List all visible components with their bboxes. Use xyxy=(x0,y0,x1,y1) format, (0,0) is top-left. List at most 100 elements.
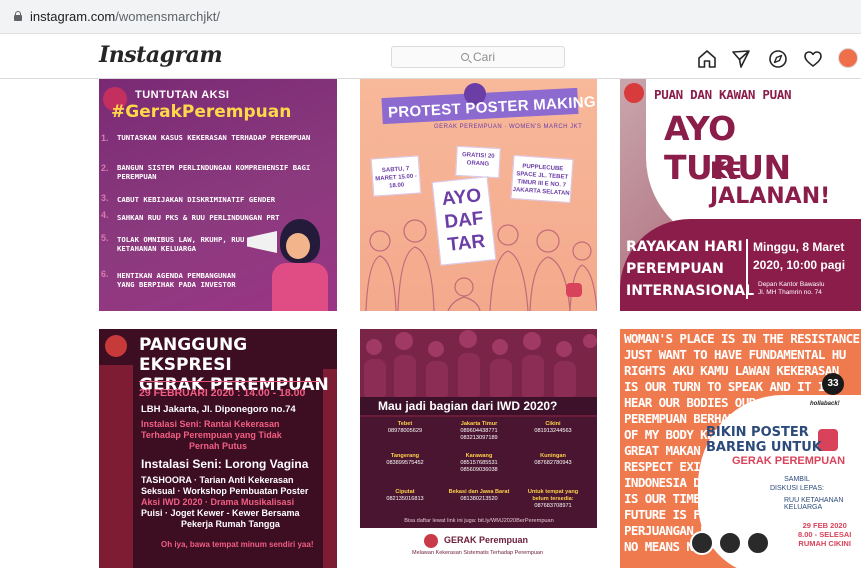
post-heading-small: TUNTUTAN AKSI xyxy=(135,89,230,101)
search-input[interactable]: Cari xyxy=(391,46,565,68)
scribble-line: IS OUR TIME xyxy=(624,491,701,506)
instagram-logo[interactable]: Instagram xyxy=(99,42,223,68)
event-details: 29 FEB 2020 8.00 - SELESAI RUMAH CIKINI xyxy=(798,521,851,548)
post-protest-poster-making[interactable]: PROTEST POSTER MAKING GERAK PEREMPUAN · … xyxy=(360,79,597,311)
item-number: 2. xyxy=(101,163,109,173)
event-name-line: PEREMPUAN xyxy=(626,261,724,277)
scribble-line: JUST WANT TO HAVE FUNDAMENTAL HU xyxy=(624,347,846,362)
headline-accent: GERAK PEREMPUAN xyxy=(732,455,846,467)
discussion-label: SAMBIL DISKUSI LEPAS: xyxy=(770,475,824,493)
lock-icon[interactable] xyxy=(14,11,22,21)
event-time-line: 2020, 10:00 pagi xyxy=(753,258,846,272)
home-icon[interactable] xyxy=(697,49,717,69)
url-text[interactable]: instagram.com/womensmarchjkt/ xyxy=(30,9,220,24)
event-date-line: Minggu, 8 Maret xyxy=(753,240,845,254)
profile-avatar[interactable] xyxy=(838,48,858,68)
fist-logo-icon xyxy=(105,335,127,357)
speaker-avatar xyxy=(690,531,714,555)
contact-entry: Jakarta Timur 089604438771 083213097189 xyxy=(444,421,514,442)
contact-entry: Untuk tempat yang belum tersedia: 0876837… xyxy=(520,489,586,510)
post-panggung-ekspresi[interactable]: PANGGUNG EKSPRESI GERAK PEREMPUAN 29 FEB… xyxy=(99,329,337,568)
contact-area: Karawang xyxy=(465,453,493,459)
scribble-line: NO MEANS NO xyxy=(624,539,701,554)
post-tuntutan-aksi[interactable]: TUNTUTAN AKSI #GerakPerempuan 1. TUNTASK… xyxy=(99,79,337,311)
speaker-avatar xyxy=(746,531,770,555)
contact-entry: Kuningan 087682780943 xyxy=(520,453,586,467)
post-bikin-poster[interactable]: WOMAN'S PLACE IS IN THE RESISTANCE JUST … xyxy=(620,329,861,568)
sign-date: SABTU, 7 MARET 15.00 - 18.00 xyxy=(370,155,422,197)
discussion-line: SAMBIL xyxy=(784,476,810,483)
contact-phone: 089604438771 083213097189 xyxy=(460,428,498,441)
event-place: RUMAH CIKINI xyxy=(798,539,851,548)
contact-entry: Ciputat 082135016813 xyxy=(374,489,436,503)
org-name: GERAK Perempuan xyxy=(444,535,529,545)
explore-icon[interactable] xyxy=(768,49,788,69)
item-number: 6. xyxy=(101,269,109,279)
program-line: Aksi IWD 2020 · Drama Musikalisasi xyxy=(141,497,295,507)
contact-area: Kuningan xyxy=(540,453,566,459)
program-line: Instalasi Seni: Rantai Kekerasan xyxy=(141,419,280,429)
event-place-line: Jl. MH Thamrin no. 74 xyxy=(758,289,822,296)
contact-entry: Tebet 08978005629 xyxy=(374,421,436,435)
logo-33: 33 xyxy=(822,373,844,395)
activity-heart-icon[interactable] xyxy=(803,49,823,69)
discussion-topic: RUU KETAHANAN KELUARGA xyxy=(784,497,844,511)
divider xyxy=(139,381,319,382)
post-title: PANGGUNG EKSPRESI GERAK PEREMPUAN xyxy=(139,335,337,395)
cta-sign: AYO DAF TAR xyxy=(431,176,497,266)
demand-item: BANGUN SISTEM PERLINDUNGAN KOMPREHENSIF … xyxy=(117,163,311,181)
event-place-line: Depan Kantor Bawaslu xyxy=(758,281,825,288)
post-hashtag: #GerakPerempuan xyxy=(111,102,292,122)
program-line: Pernah Putus xyxy=(189,441,248,451)
item-number: 4. xyxy=(101,210,109,220)
program-line: Instalasi Seni: Lorong Vagina xyxy=(141,457,309,471)
post-subtitle: GERAK PEREMPUAN · WOMEN'S MARCH JKT xyxy=(434,124,583,130)
contact-phone: 087682780943 xyxy=(534,460,572,466)
program-line: Pekerja Rumah Tangga xyxy=(181,519,280,529)
url-host: instagram.com xyxy=(30,9,116,24)
direct-message-icon[interactable] xyxy=(731,49,751,69)
program-line: Seksual · Workshop Pembuatan Poster xyxy=(141,486,309,496)
url-path: /womensmarchjkt/ xyxy=(115,9,220,24)
sign-place: PUPPLECUBE SPACE JL. TEBET TIMUR III E N… xyxy=(510,154,574,204)
event-note: Oh iya, bawa tempat minum sendiri yaa! xyxy=(161,540,314,549)
scribble-line: WOMAN'S PLACE IS IN THE RESISTANCE xyxy=(624,331,860,346)
demand-item: TUNTASKAN KASUS KEKERASAN TERHADAP PEREM… xyxy=(117,133,311,142)
org-tagline: Melawan Kekerasan Sistematis Terhadap Pe… xyxy=(412,550,544,556)
event-date: 29 FEBRUARI 2020 : 14.00 - 18.00 xyxy=(139,387,306,399)
contact-area: Bekasi dan Jawa Barat xyxy=(448,489,510,495)
contact-area: Ciputat xyxy=(395,489,415,495)
headline: BIKIN POSTER BARENG UNTUK xyxy=(706,425,822,455)
sign-free: GRATIS! 20 ORANG xyxy=(455,145,501,179)
contact-phone: 08978005629 xyxy=(387,428,423,434)
footer-panel xyxy=(360,528,597,568)
contact-area: Tebet xyxy=(397,421,413,427)
event-name-line: INTERNASIONAL xyxy=(626,283,755,299)
decorative-stripe xyxy=(99,365,133,568)
program-line: Puisi · Joget Kewer - Kewer Bersama xyxy=(141,508,300,518)
form-note: Bisa daftar lewat link ini juga: bit.ly/… xyxy=(404,518,554,524)
headline-line-3: KE JALANAN! xyxy=(710,159,831,209)
decorative-stripe xyxy=(323,369,337,568)
contact-entry: Cikini 081913244563 xyxy=(520,421,586,435)
instagram-header: Instagram Cari xyxy=(0,35,861,79)
woman-illustration xyxy=(272,219,328,311)
fist-logo-icon xyxy=(424,534,438,548)
item-number: 3. xyxy=(101,193,109,203)
hollaback-logo: hollaback! xyxy=(810,401,840,407)
post-ayo-turun[interactable]: PUAN DAN KAWAN PUAN AYO TURUN KE JALANAN… xyxy=(620,79,861,311)
demand-item: CABUT KEBIJAKAN DISKRIMINATIF GENDER xyxy=(117,195,276,204)
event-date: Minggu, 8 Maret 2020, 10:00 pagi xyxy=(753,238,845,274)
contact-phone: 081913244563 xyxy=(534,428,572,434)
post-iwd-2020[interactable]: Mau jadi bagian dari IWD 2020? Tebet 0897… xyxy=(360,329,597,568)
contact-area: Tangerang xyxy=(390,453,420,459)
fist-logo-icon xyxy=(566,283,582,297)
search-icon xyxy=(460,53,469,61)
event-time: 8.00 - SELESAI xyxy=(798,530,852,539)
title-line: PANGGUNG EKSPRESI xyxy=(139,335,248,375)
speaker-avatar xyxy=(718,531,742,555)
contact-entry: Karawang 085157685531 085609036038 xyxy=(444,453,514,474)
search-placeholder: Cari xyxy=(472,50,495,64)
contact-phone: 083899575452 xyxy=(386,460,424,466)
headline-line: BIKIN POSTER xyxy=(706,425,809,440)
